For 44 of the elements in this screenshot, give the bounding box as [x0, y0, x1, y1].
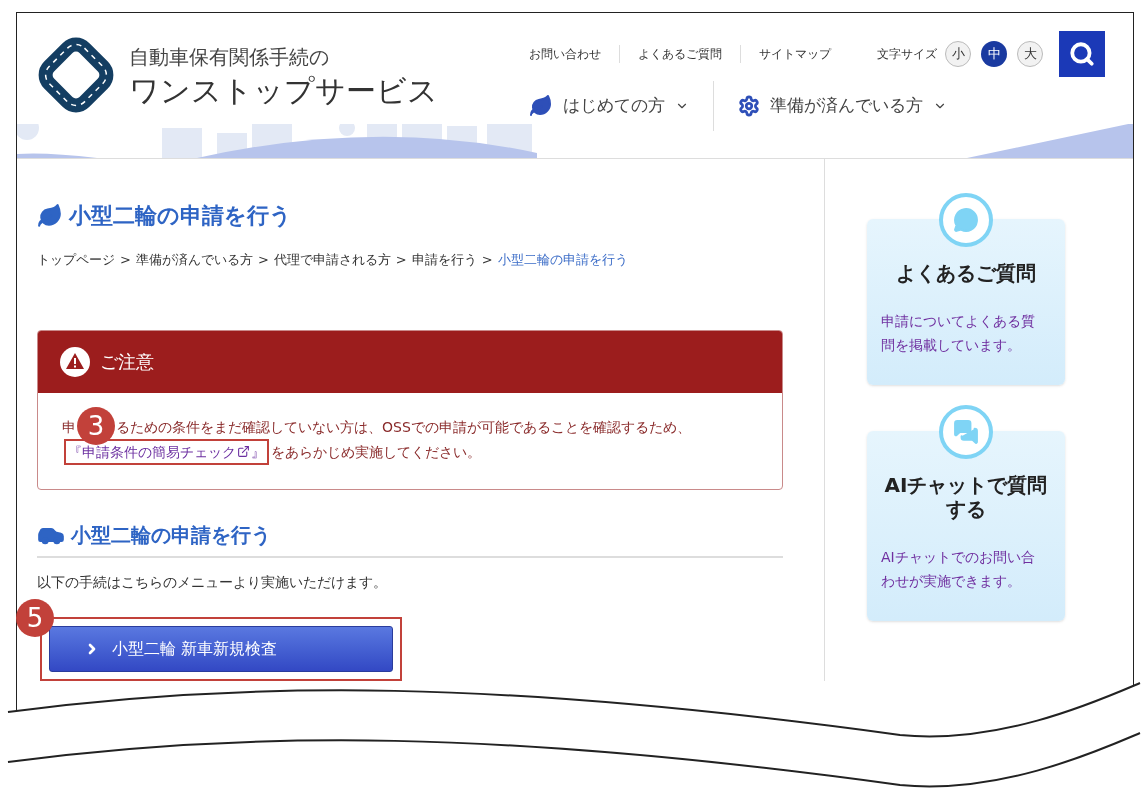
notice-text: 申 るための条件をまだ確認していない方は、OSSでの申請が可能であることを確認するため、 『申請条件の簡易チェック 』 をあらかじめ実施してください。 3	[38, 392, 782, 489]
font-size-button[interactable]: 大	[1017, 41, 1043, 67]
breadcrumb-separator: >	[481, 251, 493, 269]
breadcrumb-link[interactable]: 準備が済んでいる方	[135, 250, 253, 270]
header-link[interactable]: サイトマップ	[759, 45, 831, 63]
header-link[interactable]: よくあるご質問	[638, 45, 722, 63]
font-size-button[interactable]: 小	[945, 41, 971, 67]
breadcrumb-link[interactable]: 小型二輪の申請を行う	[497, 250, 628, 270]
breadcrumb-link[interactable]: 代理で申請される方	[273, 250, 391, 270]
nav-menu-button[interactable]: 準備が済んでいる方	[738, 93, 947, 119]
leaf-icon	[529, 94, 553, 118]
warning-icon	[60, 346, 90, 377]
font-size-label: 文字サイズ	[877, 46, 937, 63]
leaf-icon	[37, 202, 63, 229]
font-size-button[interactable]: 中	[981, 41, 1007, 67]
external-link-icon	[237, 445, 250, 458]
search-button[interactable]	[1059, 31, 1105, 77]
breadcrumb-link[interactable]: 申請を行う	[411, 250, 477, 270]
sidebar-card[interactable]: AIチャットで質問する AIチャットでのお問い合わせが実施できます。	[867, 431, 1065, 621]
speech-bubble-icon	[953, 207, 979, 233]
card-title: よくあるご質問	[895, 261, 1037, 285]
card-text: AIチャットでのお問い合わせが実施できます。	[881, 548, 1035, 591]
page-title: 小型二輪の申請を行う	[69, 202, 292, 230]
card-text: 申請についてよくある質問を掲載しています。	[881, 312, 1035, 355]
search-icon	[1069, 41, 1095, 67]
card-title: AIチャットで質問する	[883, 473, 1049, 521]
breadcrumb-separator: >	[257, 251, 269, 269]
breadcrumb-separator: >	[395, 251, 407, 269]
header-link[interactable]: お問い合わせ	[529, 45, 601, 63]
nav-menu-button[interactable]: はじめての方	[529, 93, 689, 119]
gear-icon	[738, 95, 760, 117]
logo-icon	[37, 35, 115, 115]
section-intro: 以下の手続はこちらのメニューより実施いただけます。	[37, 572, 388, 592]
procedure-button[interactable]: 小型二輪 新車新規検査	[49, 625, 393, 672]
site-title: ワンストップサービス	[129, 72, 438, 110]
section-title: 小型二輪の申請を行う	[71, 521, 271, 549]
breadcrumb-link[interactable]: トップページ	[37, 250, 115, 270]
sidebar-card[interactable]: よくあるご質問 申請についてよくある質問を掲載しています。	[867, 219, 1065, 385]
step-number-badge: 3	[77, 406, 115, 445]
breadcrumb-separator: >	[120, 251, 131, 269]
notice-title: ご注意	[100, 350, 154, 374]
step-number-badge: 5	[16, 598, 54, 637]
chat-bubbles-icon	[953, 419, 979, 445]
site-title: 自動車保有関係手続の	[129, 44, 330, 71]
